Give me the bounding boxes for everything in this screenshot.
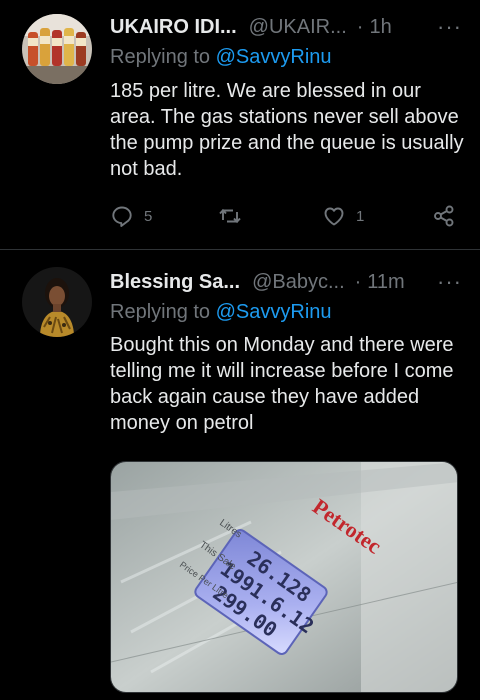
replying-to: Replying to @SavvyRinu [110, 46, 332, 69]
tweet[interactable]: Blessing Sa... @Babyc... · 11m ··· Reply… [0, 250, 480, 700]
retweet-button[interactable] [218, 204, 252, 228]
tweet-header: UKAIRO IDI... @UKAIR... · 1h ··· [110, 14, 466, 40]
reply-button[interactable]: 5 [110, 204, 152, 228]
more-options-icon[interactable]: ··· [437, 269, 462, 295]
avatar[interactable] [22, 14, 92, 84]
author-handle[interactable]: @UKAIR... [249, 16, 347, 39]
avatar[interactable] [22, 267, 92, 337]
share-icon [434, 205, 454, 227]
replying-to-mention[interactable]: @SavvyRinu [216, 301, 332, 323]
tweet-header: Blessing Sa... @Babyc... · 11m ··· [110, 269, 466, 295]
reply-icon [112, 206, 132, 227]
separator-dot: · [356, 15, 364, 38]
author-name[interactable]: UKAIRO IDI... [110, 16, 237, 39]
tweet-text: Bought this on Monday and there were tel… [110, 334, 454, 434]
replying-to-mention[interactable]: @SavvyRinu [216, 46, 332, 68]
more-options-icon[interactable]: ··· [437, 14, 462, 40]
timestamp[interactable]: 11m [367, 271, 404, 294]
timestamp[interactable]: 1h [369, 16, 391, 39]
like-button[interactable]: 1 [322, 204, 364, 228]
avatar-image [22, 14, 92, 84]
share-button[interactable] [432, 204, 456, 228]
replying-to: Replying to @SavvyRinu [110, 301, 332, 324]
avatar-image [22, 267, 92, 337]
separator-dot: · [354, 270, 362, 293]
reply-count: 5 [144, 207, 153, 225]
author-name[interactable]: Blessing Sa... [110, 271, 240, 294]
pump-display-photo: 26.128 1991.6.12 299.00 Litres This Sale… [111, 462, 457, 692]
retweet-icon [219, 208, 241, 224]
heart-icon [324, 207, 344, 226]
author-handle[interactable]: @Babyc... [252, 271, 345, 294]
tweet-text: 185 per litre. We are blessed in our are… [110, 80, 464, 180]
replying-to-label: Replying to [110, 46, 216, 68]
tweet-photo[interactable]: 26.128 1991.6.12 299.00 Litres This Sale… [110, 461, 458, 693]
like-count: 1 [356, 207, 365, 225]
tweet-actions: 5 1 [110, 204, 466, 234]
replying-to-label: Replying to [110, 301, 216, 323]
tweet[interactable]: UKAIRO IDI... @UKAIR... · 1h ··· Replyin… [0, 0, 480, 250]
